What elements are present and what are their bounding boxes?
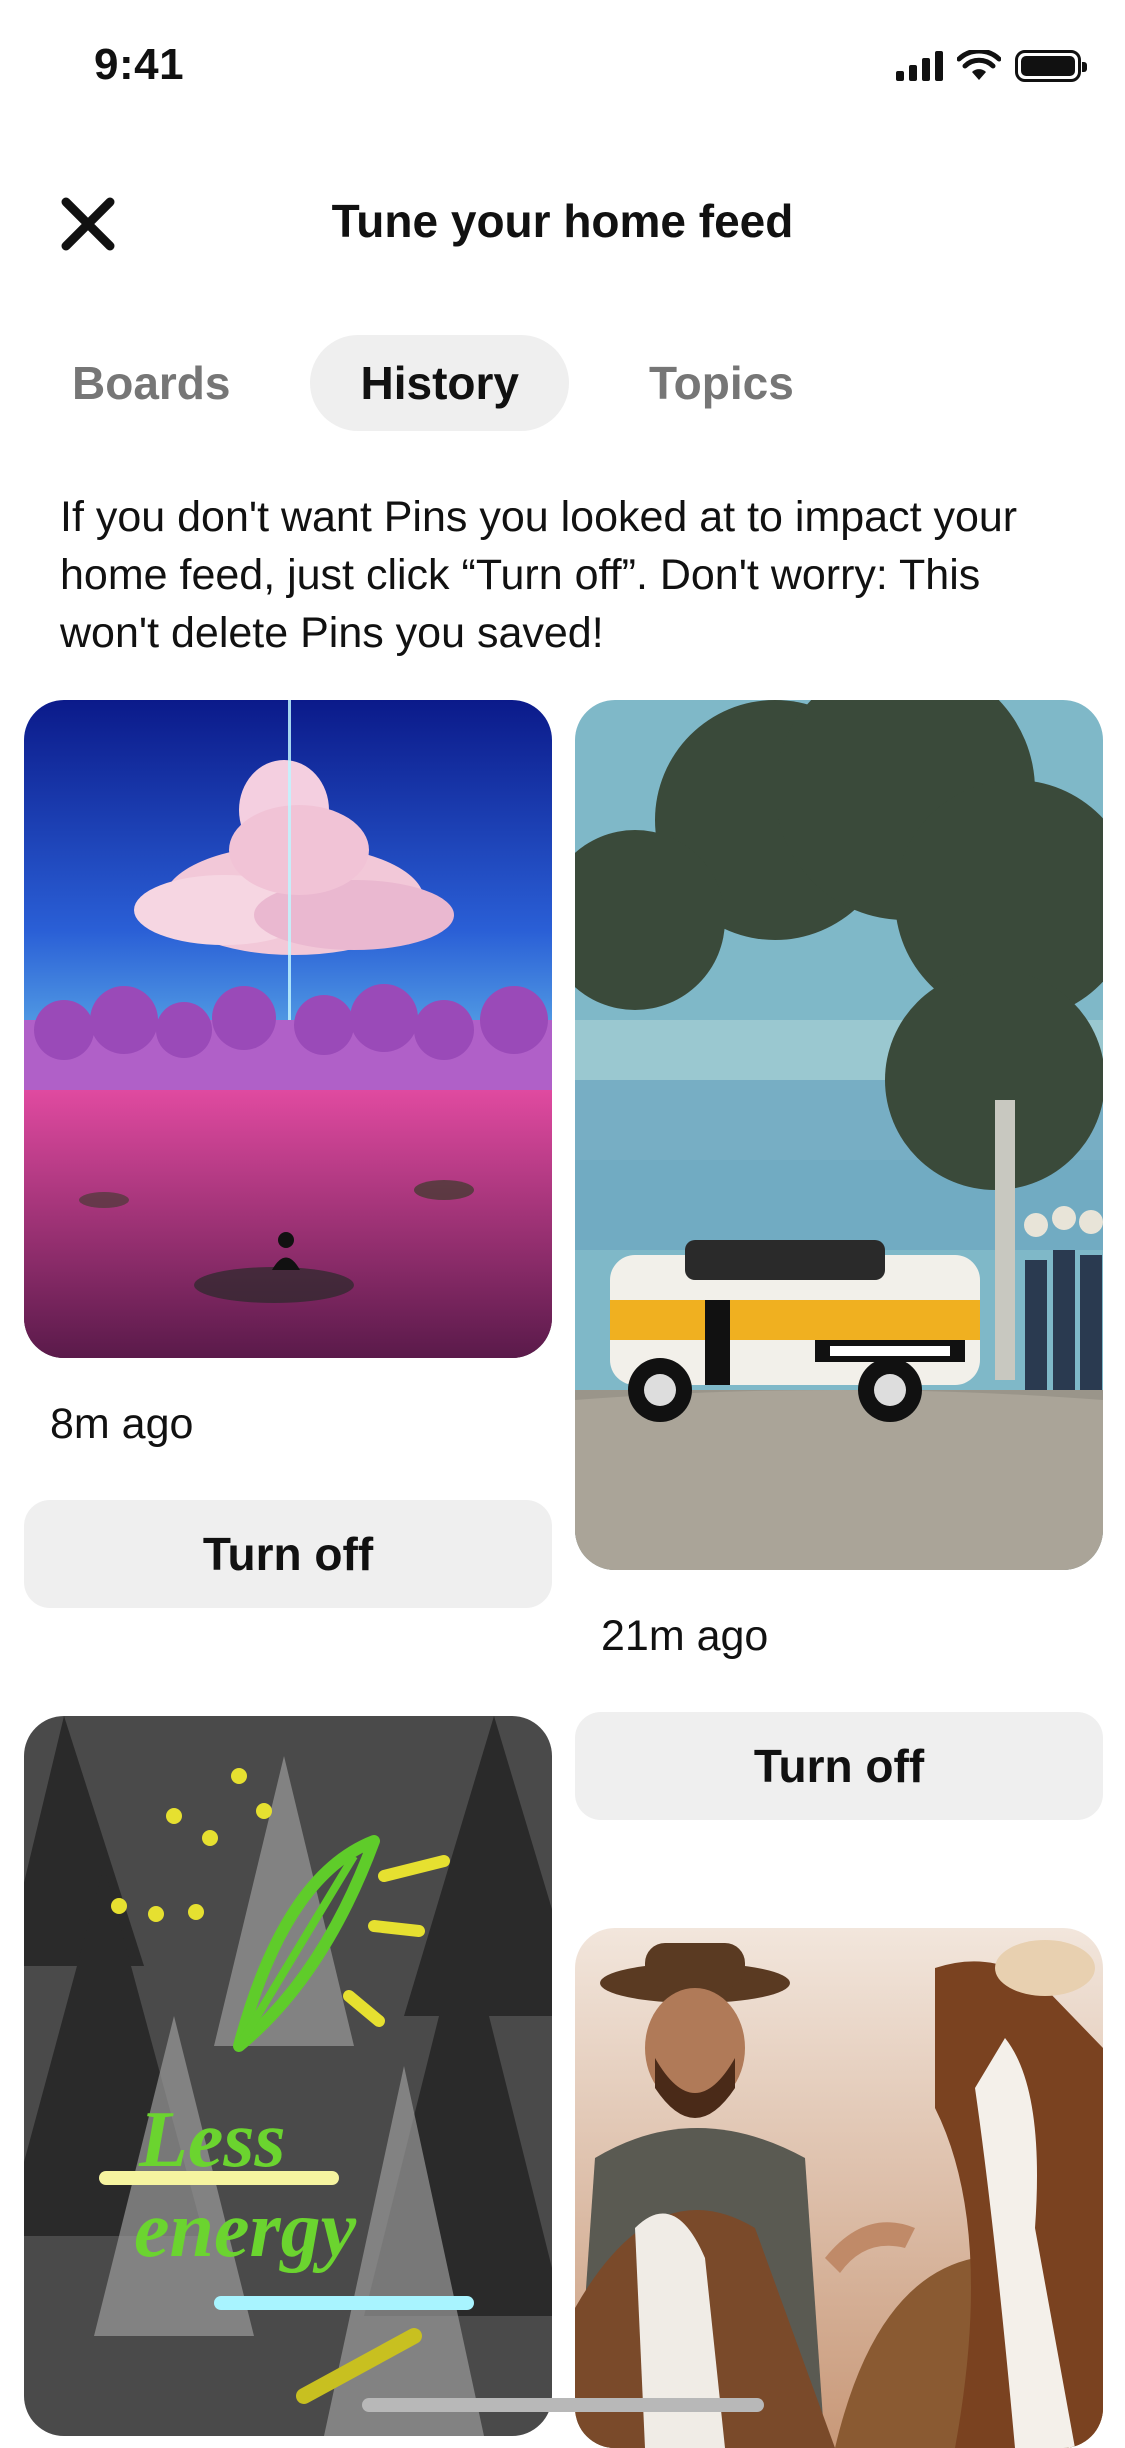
status-icons bbox=[896, 50, 1087, 82]
wifi-icon bbox=[957, 50, 1001, 80]
pin-image[interactable] bbox=[575, 1928, 1103, 2448]
page-title: Tune your home feed bbox=[331, 195, 794, 247]
tab-topics[interactable]: Topics bbox=[599, 335, 844, 431]
tab-bar: Boards History Topics bbox=[42, 335, 844, 431]
pin-image[interactable]: Less energy bbox=[24, 1716, 552, 2436]
cellular-signal-icon bbox=[896, 51, 943, 81]
turn-off-button[interactable]: Turn off bbox=[575, 1712, 1103, 1820]
svg-text:energy: energy bbox=[134, 2186, 357, 2274]
status-bar: 9:41 bbox=[0, 0, 1125, 140]
pin-image[interactable] bbox=[24, 700, 552, 1358]
tab-history[interactable]: History bbox=[310, 335, 569, 431]
pin-column-left: 8m ago Turn off Less energy bbox=[24, 700, 552, 2436]
tab-boards[interactable]: Boards bbox=[42, 335, 280, 431]
header: Tune your home feed bbox=[0, 180, 1125, 260]
svg-text:Less: Less bbox=[138, 2096, 286, 2184]
pin-column-right: 21m ago Turn off bbox=[575, 700, 1103, 2448]
pin-timestamp: 21m ago bbox=[601, 1612, 769, 1660]
history-description: If you don't want Pins you looked at to … bbox=[60, 493, 1018, 657]
battery-icon bbox=[1015, 50, 1087, 82]
turn-off-button[interactable]: Turn off bbox=[24, 1500, 552, 1608]
home-indicator[interactable] bbox=[362, 2398, 764, 2412]
pin-timestamp: 8m ago bbox=[50, 1400, 194, 1448]
pin-image[interactable] bbox=[575, 700, 1103, 1570]
status-time: 9:41 bbox=[94, 40, 185, 89]
